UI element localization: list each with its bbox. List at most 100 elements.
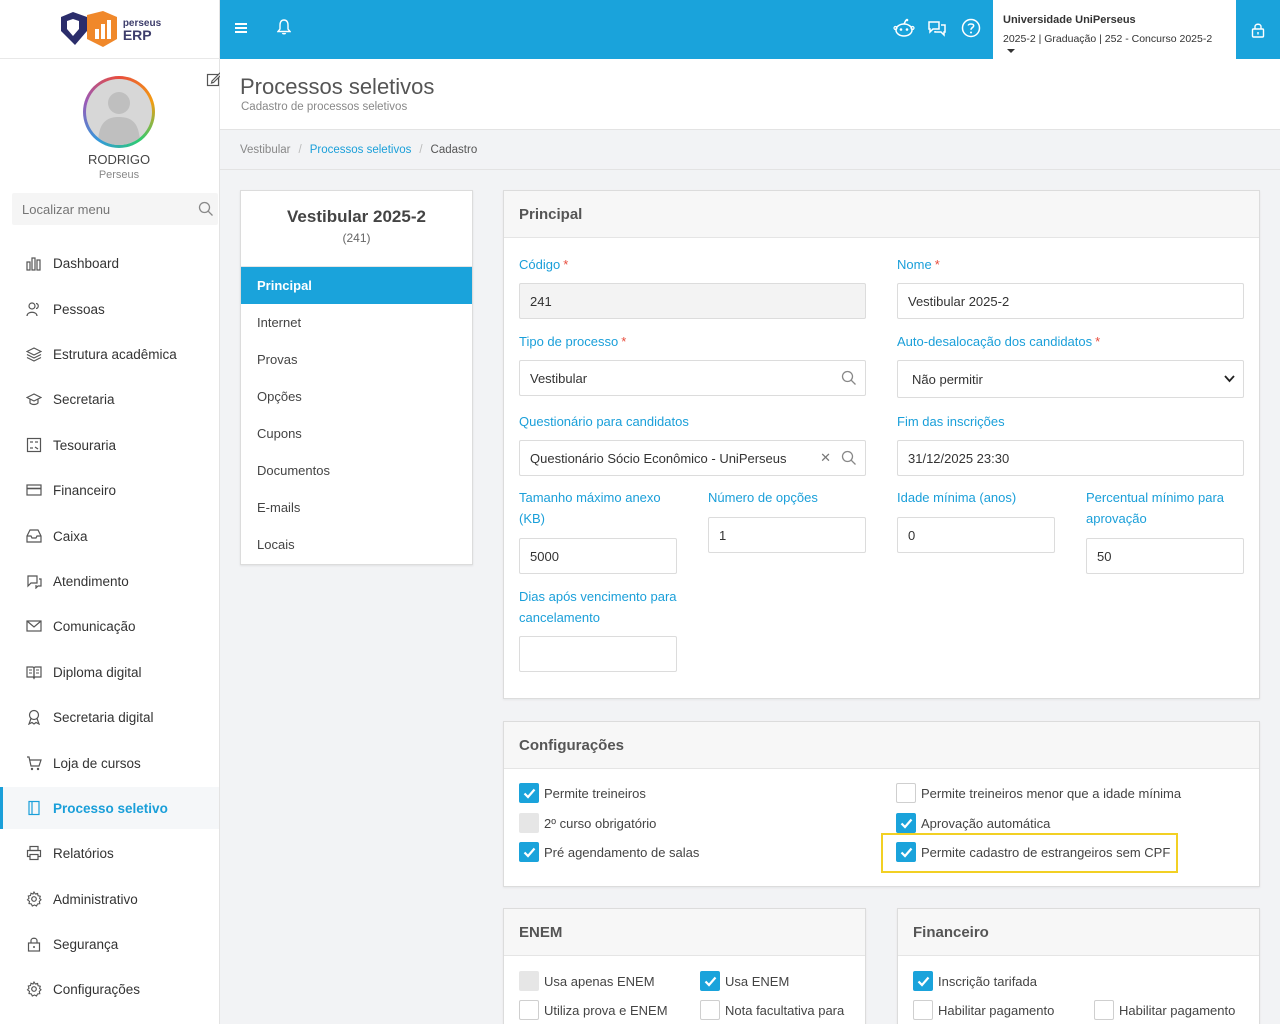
hamburger-menu-icon[interactable] xyxy=(235,22,247,34)
sidebar-item-9[interactable]: Diploma digital xyxy=(0,651,219,693)
auto-desalocacao-select[interactable]: Não permitir xyxy=(897,360,1244,398)
enem-checkbox-2[interactable]: Utiliza prova e ENEM xyxy=(519,1000,668,1020)
award-icon xyxy=(27,709,41,725)
process-tabs: Principal Internet Provas Opções Cupons Docum… xyxy=(241,267,472,563)
config-checkbox-3[interactable]: Permite treineiros menor que a idade mín… xyxy=(896,783,1181,803)
search-icon[interactable] xyxy=(841,370,857,386)
avatar[interactable] xyxy=(83,76,155,148)
config-panel-title: Configurações xyxy=(504,722,1259,769)
config-checkbox-1: 2º curso obrigatório xyxy=(519,813,656,833)
sidebar-item-label: Caixa xyxy=(53,528,88,544)
enem-panel-title: ENEM xyxy=(504,909,865,956)
lock-icon xyxy=(27,937,41,952)
perseus-logo-icon xyxy=(60,11,117,47)
financeiro-checkbox-0[interactable]: Inscrição tarifada xyxy=(913,971,1037,991)
search-icon[interactable] xyxy=(198,201,214,217)
tab-4[interactable]: Cupons xyxy=(241,415,472,452)
clear-icon[interactable]: ✕ xyxy=(820,450,831,466)
checkbox-label: Pré agendamento de salas xyxy=(544,844,700,860)
financeiro-checkbox-1[interactable]: Habilitar pagamento xyxy=(913,1000,1054,1020)
menu-search-input[interactable] xyxy=(12,193,218,225)
checkbox-box[interactable] xyxy=(519,1000,539,1020)
tab-5[interactable]: Documentos xyxy=(241,452,472,489)
sidebar-item-10[interactable]: Secretaria digital xyxy=(0,696,219,738)
questionario-field[interactable]: Questionário Sócio Econômico - UniPerseu… xyxy=(519,440,866,476)
institution-name: Universidade UniPerseus xyxy=(1003,14,1136,26)
idade-minima-field[interactable]: 0 xyxy=(897,517,1055,553)
sidebar-item-14[interactable]: Administrativo xyxy=(0,878,219,920)
codigo-field[interactable]: 241 xyxy=(519,283,866,319)
enem-checkbox-1[interactable]: Usa ENEM xyxy=(700,971,789,991)
robot-icon[interactable] xyxy=(893,18,915,38)
help-icon[interactable] xyxy=(961,18,981,38)
config-checkbox-0[interactable]: Permite treineiros xyxy=(519,783,646,803)
percentual-field[interactable]: 50 xyxy=(1086,538,1244,574)
logo[interactable]: perseus ERP xyxy=(0,0,220,59)
sidebar-item-7[interactable]: Atendimento xyxy=(0,560,219,602)
sidebar-item-2[interactable]: Estrutura acadêmica xyxy=(0,333,219,375)
sidebar-item-label: Secretaria digital xyxy=(53,709,154,725)
calculator-icon xyxy=(26,437,42,453)
bell-icon[interactable] xyxy=(277,19,291,35)
sidebar-item-1[interactable]: Pessoas xyxy=(0,288,219,330)
tab-0[interactable]: Principal xyxy=(241,267,472,304)
tipo-processo-field[interactable]: Vestibular xyxy=(519,360,866,396)
checkbox-box[interactable] xyxy=(913,971,933,991)
checkbox-box[interactable] xyxy=(700,1000,720,1020)
sidebar-item-8[interactable]: Comunicação xyxy=(0,605,219,647)
tab-1[interactable]: Internet xyxy=(241,304,472,341)
tab-2[interactable]: Provas xyxy=(241,341,472,378)
check-icon xyxy=(917,976,929,987)
checkbox-box[interactable] xyxy=(896,813,916,833)
breadcrumb-processos[interactable]: Processos seletivos xyxy=(310,144,412,156)
institution-selector[interactable]: Universidade UniPerseus 2025-2 | Graduaç… xyxy=(993,0,1236,59)
logo-line2: ERP xyxy=(122,26,152,43)
lock-button[interactable] xyxy=(1236,0,1280,59)
sidebar-item-6[interactable]: Caixa xyxy=(0,515,219,557)
dias-vencimento-field[interactable] xyxy=(519,636,677,672)
breadcrumb-vestibular[interactable]: Vestibular xyxy=(240,144,291,156)
checkbox-label: 2º curso obrigatório xyxy=(544,815,657,831)
sidebar-item-label: Configurações xyxy=(53,981,141,997)
config-checkbox-2[interactable]: Pré agendamento de salas xyxy=(519,842,699,862)
tab-3[interactable]: Opções xyxy=(241,378,472,415)
chat-bubbles-icon[interactable] xyxy=(927,18,947,38)
tab-6[interactable]: E-mails xyxy=(241,489,472,526)
sidebar-item-13[interactable]: Relatórios xyxy=(0,832,219,874)
sidebar-item-label: Segurança xyxy=(53,936,119,952)
numero-opcoes-field[interactable]: 1 xyxy=(708,517,866,553)
menu-search xyxy=(12,193,218,225)
sidebar-item-3[interactable]: Secretaria xyxy=(0,378,219,420)
sidebar-item-11[interactable]: Loja de cursos xyxy=(0,742,219,784)
config-checkbox-4[interactable]: Aprovação automática xyxy=(896,813,1050,833)
checkbox-box[interactable] xyxy=(519,783,539,803)
page-subtitle: Cadastro de processos seletivos xyxy=(241,101,408,113)
checkbox-box[interactable] xyxy=(519,813,539,833)
checkbox-box[interactable] xyxy=(896,783,916,803)
nome-field[interactable]: Vestibular 2025-2 xyxy=(897,283,1244,319)
checkbox-box[interactable] xyxy=(519,842,539,862)
chat-icon xyxy=(27,575,42,589)
sidebar-item-16[interactable]: Configurações xyxy=(0,968,219,1010)
process-code: (241) xyxy=(342,231,371,245)
checkbox-label: Habilitar pagamento xyxy=(1119,1002,1236,1018)
checkbox-box[interactable] xyxy=(700,971,720,991)
enem-checkbox-3[interactable]: Nota facultativa para xyxy=(700,1000,844,1020)
financeiro-checkbox-2[interactable]: Habilitar pagamento xyxy=(1094,1000,1235,1020)
checkbox-box[interactable] xyxy=(519,971,539,991)
nome-label: Nome * xyxy=(897,257,940,272)
checkbox-box[interactable] xyxy=(913,1000,933,1020)
tab-7[interactable]: Locais xyxy=(241,526,472,563)
printer-icon xyxy=(26,845,42,861)
sidebar-item-0[interactable]: Dashboard xyxy=(0,242,219,284)
checkbox-box[interactable] xyxy=(1094,1000,1114,1020)
sidebar-item-12[interactable]: Processo seletivo xyxy=(0,787,219,829)
sidebar-item-4[interactable]: Tesouraria xyxy=(0,424,219,466)
user-org: Perseus xyxy=(98,169,140,181)
tamanho-anexo-field[interactable]: 5000 xyxy=(519,538,677,574)
principal-panel-title: Principal xyxy=(504,191,1259,238)
search-icon[interactable] xyxy=(841,450,857,466)
fim-inscricoes-field[interactable]: 31/12/2025 23:30 xyxy=(897,440,1244,476)
sidebar-item-15[interactable]: Segurança xyxy=(0,923,219,965)
sidebar-item-5[interactable]: Financeiro xyxy=(0,469,219,511)
